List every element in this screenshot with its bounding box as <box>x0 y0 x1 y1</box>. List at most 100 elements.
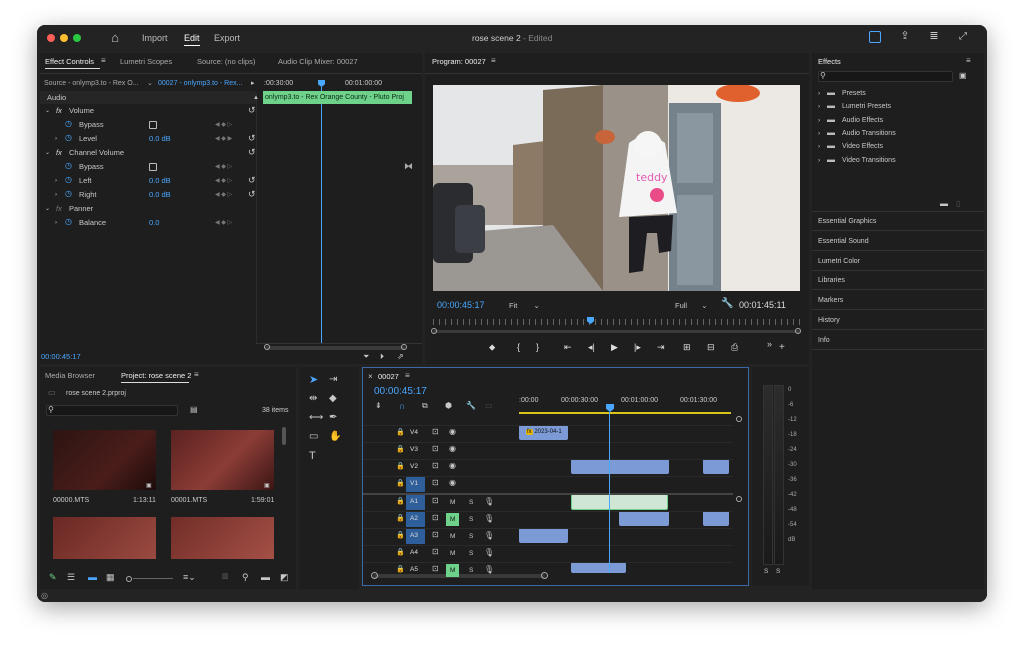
lock-icon[interactable]: 🔒 <box>396 548 405 558</box>
sync-lock-icon[interactable]: ⊡ <box>432 461 439 471</box>
find-icon[interactable]: ⚲ <box>242 572 249 582</box>
effects-folder[interactable]: Video Transitions <box>842 156 896 166</box>
tab-media-browser[interactable]: Media Browser <box>45 371 95 380</box>
project-search-input[interactable] <box>46 405 178 416</box>
audio-clip-a1[interactable] <box>571 494 668 510</box>
eye-icon[interactable]: ◉ <box>449 461 456 471</box>
timeline-zoom-right[interactable] <box>541 572 548 579</box>
eye-icon[interactable]: ◉ <box>449 427 456 437</box>
marker-icon[interactable]: ⬥ <box>489 342 495 352</box>
sync-lock-icon[interactable]: ⊡ <box>432 564 439 574</box>
more-controls-icon[interactable]: » <box>767 339 772 349</box>
filter-icon[interactable]: ⏷ <box>363 352 369 362</box>
mark-in-icon[interactable]: { <box>517 342 520 352</box>
reset-param-icon[interactable]: ↺ <box>248 175 256 185</box>
microphone-icon[interactable]: 🎙 <box>484 531 494 541</box>
progress-icon[interactable]: ≣ <box>928 30 940 43</box>
fx-badge-icon[interactable]: fx <box>56 148 62 158</box>
lock-icon[interactable]: 🔒 <box>396 428 405 438</box>
video-frame[interactable]: teddy <box>433 85 800 291</box>
panel-menu-icon[interactable]: ≡ <box>405 371 410 380</box>
panel-info[interactable]: Info <box>818 336 830 346</box>
panel-menu-icon[interactable]: ≡ <box>491 56 496 65</box>
new-bin-icon[interactable]: ▬ <box>261 572 270 582</box>
eye-icon[interactable]: ◉ <box>449 444 456 454</box>
clip-name[interactable]: 00001.MTS <box>171 496 207 506</box>
tab-effect-controls[interactable]: Effect Controls <box>45 57 94 66</box>
project-scrollbar[interactable] <box>282 427 286 445</box>
keyframe-nav-icon[interactable]: ◀ ◆ ▷ <box>215 176 232 186</box>
clip-name[interactable]: 00000.MTS <box>53 496 89 506</box>
video-scroll-handle[interactable] <box>736 416 742 422</box>
keyframe-nav-icon[interactable]: ◀ ◆ ▷ <box>215 162 232 172</box>
thumbnail-clip[interactable] <box>53 517 156 559</box>
panel-essential-graphics[interactable]: Essential Graphics <box>818 217 876 227</box>
program-zoom-scrollbar[interactable] <box>433 330 800 333</box>
lock-icon[interactable]: 🔒 <box>396 479 405 489</box>
rectangle-tool-icon[interactable]: ▭ <box>309 432 318 442</box>
solo-left-button[interactable]: S <box>764 567 768 577</box>
export-frame-icon[interactable]: ⇗ <box>397 352 404 362</box>
share-icon[interactable]: ⇪ <box>899 30 911 43</box>
keyframe-nav-icon[interactable]: ◀ ◆ ▶ <box>215 134 232 144</box>
reset-effect-icon[interactable]: ↺ <box>248 147 256 157</box>
pencil-icon[interactable]: ✎ <box>49 572 57 582</box>
sync-lock-icon[interactable]: ⊡ <box>432 530 439 540</box>
panel-menu-icon[interactable]: ≡ <box>101 56 106 65</box>
go-to-out-icon[interactable]: ⇥ <box>657 342 665 352</box>
timeline-playhead-handle[interactable] <box>606 404 614 412</box>
panel-markers[interactable]: Markers <box>818 296 843 306</box>
keyframe-nav-icon[interactable]: ◀ ◆ ▷ <box>215 120 232 130</box>
audio-clip-a2[interactable] <box>619 511 669 526</box>
tab-source[interactable]: Source: (no clips) <box>197 57 255 66</box>
pen-tool-icon[interactable]: ✒ <box>329 413 337 423</box>
fx-badge-icon[interactable]: fx <box>56 204 62 214</box>
microphone-icon[interactable]: 🎙 <box>484 565 494 575</box>
ec-zoom-handle-left[interactable] <box>264 344 270 350</box>
stopwatch-icon[interactable]: ◷ <box>65 161 72 171</box>
folder-chevron-icon[interactable]: › <box>818 116 820 126</box>
tab-audio-clip-mixer[interactable]: Audio Clip Mixer: 00027 <box>278 57 358 66</box>
ripple-edit-icon[interactable]: ⇹ <box>309 394 317 404</box>
ec-keyframe-diamond-icon[interactable]: ⧓ <box>404 161 413 171</box>
nest-icon[interactable]: ⇟ <box>375 401 382 411</box>
thumbnail-clip[interactable] <box>171 517 274 559</box>
icon-view-icon[interactable]: ▬ <box>88 572 97 582</box>
edit-tab[interactable]: Edit <box>184 33 200 43</box>
lift-icon[interactable]: ⊞ <box>683 342 691 352</box>
expand-chevron-icon[interactable]: › <box>55 190 57 200</box>
effects-folder[interactable]: Audio Transitions <box>842 129 896 139</box>
ec-zoom-scrollbar[interactable] <box>265 346 405 350</box>
import-tab[interactable]: Import <box>142 33 168 43</box>
reset-param-icon[interactable]: ↺ <box>248 133 256 143</box>
resolution-dropdown[interactable]: Full ⌄ <box>675 301 707 311</box>
program-zoom-left[interactable] <box>431 328 437 334</box>
new-bin-icon[interactable]: ▣ <box>959 71 967 81</box>
automate-icon[interactable]: ▥ <box>222 572 229 582</box>
selection-tool-icon[interactable]: ➤ <box>309 375 318 386</box>
sequence-selector[interactable]: 00027 - onlymp3.to - Rex... <box>158 79 242 89</box>
sync-lock-icon[interactable]: ⊡ <box>432 427 439 437</box>
mark-out-icon[interactable]: } <box>536 342 539 352</box>
bypass-checkbox[interactable] <box>149 163 157 171</box>
sort-icon[interactable]: ≡⌄ <box>183 572 196 582</box>
expand-chevron-icon[interactable]: ⌄ <box>45 148 50 158</box>
scroll-up-icon[interactable]: ▲ <box>253 93 259 103</box>
add-button-icon[interactable]: + <box>779 343 785 353</box>
sync-lock-icon[interactable]: ⊡ <box>432 496 439 506</box>
video-clip-v2[interactable] <box>571 459 669 474</box>
expand-chevron-icon[interactable]: ⌄ <box>45 204 50 214</box>
sync-lock-icon[interactable]: ⊡ <box>432 547 439 557</box>
panel-history[interactable]: History <box>818 316 840 326</box>
folder-chevron-icon[interactable]: › <box>818 129 820 139</box>
lock-icon[interactable]: 🔒 <box>396 462 405 472</box>
microphone-icon[interactable]: 🎙 <box>484 548 494 558</box>
list-view-icon[interactable]: ☰ <box>67 572 75 582</box>
solo-button[interactable]: S <box>469 515 473 525</box>
go-to-in-icon[interactable]: ⇤ <box>564 342 572 352</box>
zoom-slider[interactable] <box>133 578 173 579</box>
microphone-icon[interactable]: 🎙 <box>484 497 494 507</box>
solo-button[interactable]: S <box>469 532 473 542</box>
lock-icon[interactable]: 🔒 <box>396 445 405 455</box>
panel-menu-icon[interactable]: ≡ <box>194 370 199 379</box>
